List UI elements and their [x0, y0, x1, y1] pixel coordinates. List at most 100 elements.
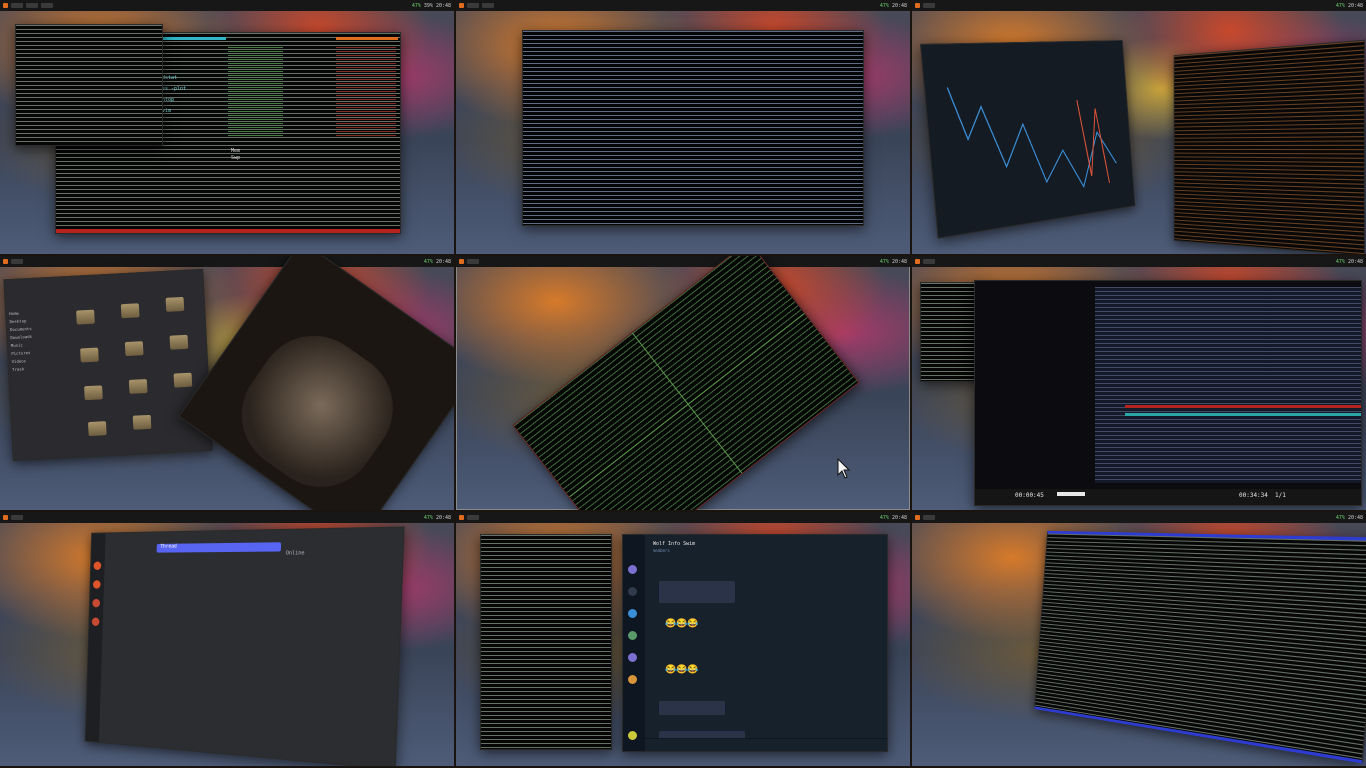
clock: 20:48: [1347, 514, 1363, 521]
tray-item: [467, 515, 479, 520]
chat-avatar[interactable]: [628, 565, 637, 574]
workspace-2[interactable]: 47% 20:48: [456, 0, 910, 254]
menu-item: vim: [162, 108, 172, 114]
emoji-row: 😂😂😂: [665, 619, 699, 629]
app-menu-icon[interactable]: [459, 259, 464, 264]
app-menu-icon[interactable]: [3, 3, 8, 8]
network-status: 47%: [879, 2, 889, 9]
playlist-position: 1/1: [1275, 492, 1286, 499]
folder-icon[interactable]: [80, 347, 99, 363]
app-menu-icon[interactable]: [3, 515, 8, 520]
terminal-window[interactable]: [522, 30, 864, 226]
folder-icon[interactable]: [165, 296, 185, 312]
workspace-5[interactable]: 47% 20:48: [456, 256, 910, 510]
app-menu-icon[interactable]: [459, 3, 464, 8]
tray-item: [11, 3, 23, 8]
workspace-4[interactable]: 47% 20:48 Home Desktop Documents Downloa…: [0, 256, 454, 510]
network-status: 47%: [423, 514, 433, 521]
chat-avatar[interactable]: [628, 609, 637, 618]
terminal-window[interactable]: [920, 282, 980, 382]
chat-avatar[interactable]: [628, 587, 637, 596]
panel-bar: 47% 20:48: [456, 256, 910, 267]
terminal-window[interactable]: [1034, 530, 1366, 764]
process-list: [228, 47, 283, 137]
folder-icon[interactable]: [76, 309, 95, 325]
app-menu-icon[interactable]: [459, 515, 464, 520]
workspace-3[interactable]: 47% 20:48: [912, 0, 1366, 254]
chat-avatar[interactable]: [628, 631, 637, 640]
battery-status: 39%: [423, 2, 433, 9]
network-status: 47%: [879, 514, 889, 521]
panel-bar: 47% 20:48: [912, 512, 1366, 523]
folder-icon[interactable]: [120, 303, 140, 319]
message-bubble: [659, 581, 735, 603]
terminal-grid-window[interactable]: [512, 256, 860, 510]
trading-chart-window[interactable]: [919, 40, 1136, 239]
artwork-image: [219, 313, 415, 509]
terminal-window-small[interactable]: [15, 24, 163, 146]
video-bar: [1125, 413, 1361, 416]
time-elapsed: 00:00:45: [1015, 492, 1044, 499]
tab-thread[interactable]: Thread: [156, 542, 282, 553]
folder-icon[interactable]: [87, 421, 107, 437]
chat-avatar[interactable]: [628, 731, 637, 740]
folder-icon[interactable]: [84, 385, 103, 401]
tray-item: [482, 3, 494, 8]
network-status: 47%: [411, 2, 421, 9]
panel-bar: 47% 20:48: [0, 512, 454, 523]
telegram-window[interactable]: Wolf Info Swim members 😂😂😂 😂😂😂: [622, 534, 888, 752]
folder-icon[interactable]: [169, 334, 189, 350]
discord-window[interactable]: Thread Online: [84, 526, 405, 766]
tray-item: [923, 259, 935, 264]
member-section: Online: [285, 550, 305, 557]
video-player-window[interactable]: 00:00:45 00:34:34 1/1: [974, 280, 1362, 506]
clock: 20:48: [1347, 258, 1363, 265]
memory-label: Mem: [231, 148, 241, 154]
workspace-8[interactable]: 47% 20:48 Wolf Info Swim members 😂😂😂 😂😂😂: [456, 512, 910, 766]
video-frame: [1095, 287, 1361, 483]
app-menu-icon[interactable]: [915, 515, 920, 520]
tray-item: [923, 515, 935, 520]
workspace-9[interactable]: 47% 20:48: [912, 512, 1366, 766]
workspace-7[interactable]: 47% 20:48 Thread Online: [0, 512, 454, 766]
folder-icon[interactable]: [173, 372, 193, 388]
network-status: 47%: [423, 258, 433, 265]
folder-icon[interactable]: [128, 378, 148, 394]
chat-subtitle: members: [653, 548, 670, 553]
clock: 20:48: [891, 2, 907, 9]
tray-item: [467, 3, 479, 8]
chat-avatar[interactable]: [628, 675, 637, 684]
panel-bar: 47% 20:48: [0, 256, 454, 267]
panel-bar: 47% 20:48: [912, 0, 1366, 11]
tray-item: [26, 3, 38, 8]
terminal-window[interactable]: [1173, 39, 1366, 254]
terminal-window[interactable]: [480, 534, 612, 750]
seek-bar[interactable]: [1057, 492, 1085, 496]
header-bar: [161, 37, 226, 40]
clock: 20:48: [435, 2, 451, 9]
network-status: 47%: [1335, 2, 1345, 9]
app-menu-icon[interactable]: [3, 259, 8, 264]
app-menu-icon[interactable]: [915, 259, 920, 264]
sidebar: Home Desktop Documents Downloads Music P…: [9, 309, 34, 374]
network-status: 47%: [1335, 514, 1345, 521]
folder-icon[interactable]: [124, 341, 144, 357]
header-bar: [336, 37, 398, 40]
file-manager-window[interactable]: Home Desktop Documents Downloads Music P…: [3, 268, 213, 462]
menu-item: ss -plnt: [162, 86, 187, 92]
chat-title: Wolf Info Swim: [653, 541, 696, 547]
image-viewer-window[interactable]: [178, 256, 454, 510]
folder-icon[interactable]: [132, 414, 152, 430]
workspace-1[interactable]: 47% 39% 20:48 dstat ss -plnt htop vim Me…: [0, 0, 454, 254]
chat-avatar[interactable]: [628, 653, 637, 662]
workspace-6[interactable]: 47% 20:48 00:00:45 00:34:34 1/1: [912, 256, 1366, 510]
status-bar: [56, 229, 400, 233]
panel-bar: 47% 20:48: [456, 512, 910, 523]
sidebar-item[interactable]: Trash: [12, 365, 34, 374]
clock: 20:48: [1347, 2, 1363, 9]
tray-item: [923, 3, 935, 8]
message-input[interactable]: [645, 738, 887, 751]
clock: 20:48: [891, 514, 907, 521]
app-menu-icon[interactable]: [915, 3, 920, 8]
message-bubble: [659, 701, 725, 715]
